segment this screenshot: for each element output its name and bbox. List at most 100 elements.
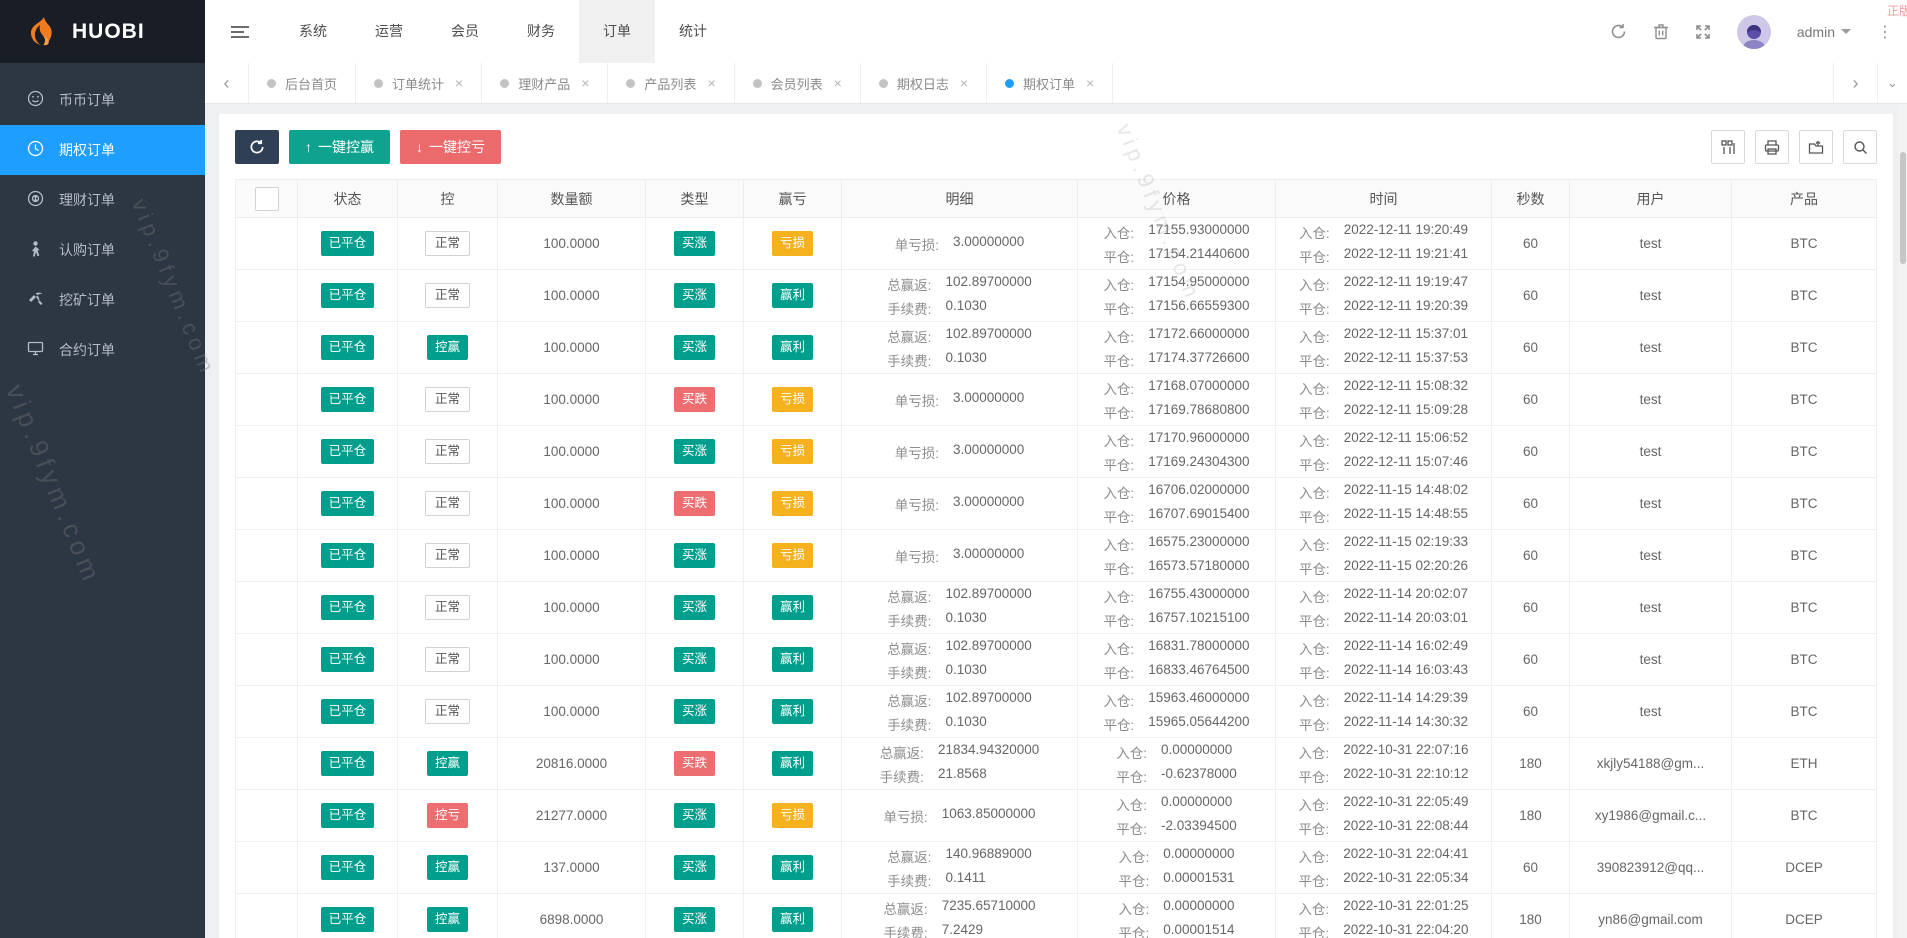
result-badge: 亏损 [771, 231, 813, 256]
control-badge[interactable]: 控赢 [426, 751, 468, 776]
tab-close-icon[interactable]: × [455, 75, 463, 91]
control-cell: 正常 [397, 581, 498, 634]
force-win-button[interactable]: ↑ 一键控赢 [289, 130, 390, 164]
tab-close-icon[interactable]: × [707, 75, 715, 91]
sidebar-item-理财订单[interactable]: 理财订单 [0, 175, 205, 225]
tab-理财产品[interactable]: 理财产品 × [482, 63, 609, 103]
control-badge[interactable]: 正常 [424, 283, 470, 308]
status-cell: 已平仓 [297, 217, 398, 270]
type-badge: 买跌 [673, 751, 715, 776]
control-badge[interactable]: 控亏 [426, 803, 468, 828]
vertical-scrollbar[interactable] [1899, 104, 1907, 938]
control-badge[interactable]: 控赢 [426, 855, 468, 880]
pair-value: 140.96889000 [945, 845, 1032, 861]
tab-close-icon[interactable]: × [1086, 75, 1094, 91]
refresh-icon[interactable] [1610, 23, 1627, 40]
type-cell: 买涨 [645, 217, 744, 270]
type-badge: 买涨 [673, 335, 715, 360]
type-cell: 买涨 [645, 321, 744, 374]
pair-value: 2022-11-14 20:03:01 [1343, 609, 1469, 625]
tab-期权订单[interactable]: 期权订单 × [987, 63, 1114, 103]
pair-value: 16573.57180000 [1148, 557, 1250, 573]
control-badge[interactable]: 正常 [424, 387, 470, 412]
search-icon[interactable] [1843, 130, 1877, 164]
print-icon[interactable] [1755, 130, 1789, 164]
sidebar-item-挖矿订单[interactable]: 挖矿订单 [0, 275, 205, 325]
row-select-cell [235, 425, 298, 478]
product-cell: BTC [1731, 581, 1877, 634]
fullscreen-icon[interactable] [1695, 24, 1711, 40]
control-badge[interactable]: 正常 [424, 491, 470, 516]
sidebar: HUOBI 币币订单期权订单理财订单认购订单挖矿订单 合约订单 [0, 0, 205, 938]
tab-close-icon[interactable]: × [834, 75, 842, 91]
columns-filter-icon[interactable] [1711, 130, 1745, 164]
result-cell: 赢利 [743, 269, 842, 322]
type-badge: 买涨 [673, 803, 715, 828]
col-header-价格: 价格 [1077, 179, 1276, 218]
topnav-item-系统[interactable]: 系统 [275, 0, 351, 63]
control-badge[interactable]: 正常 [424, 595, 470, 620]
pair-value: 2022-12-11 19:20:49 [1343, 221, 1469, 237]
tab-产品列表[interactable]: 产品列表 × [608, 63, 735, 103]
tab-close-icon[interactable]: × [581, 75, 589, 91]
sidebar-item-币币订单[interactable]: 币币订单 [0, 75, 205, 125]
type-badge: 买涨 [673, 907, 715, 932]
force-lose-button[interactable]: ↓ 一键控亏 [400, 130, 501, 164]
control-badge[interactable]: 正常 [424, 543, 470, 568]
status-badge: 已平仓 [320, 907, 375, 932]
export-icon[interactable] [1799, 130, 1833, 164]
price-pair: 入仓: 17155.93000000 平仓: 17154.21440600 [1103, 222, 1249, 266]
price-cell: 入仓: 17155.93000000 平仓: 17154.21440600 [1077, 217, 1276, 270]
collapse-menu-icon[interactable] [205, 23, 275, 41]
product-cell: BTC [1731, 425, 1877, 478]
pair-label: 入仓: [1103, 381, 1135, 397]
tabs-scroll-right-icon[interactable]: › [1833, 63, 1877, 103]
sidebar-item-label: 期权订单 [59, 142, 115, 158]
corner-tag: 正版 [1886, 4, 1907, 18]
select-all-checkbox[interactable] [254, 186, 279, 211]
sidebar-item-label: 认购订单 [59, 242, 115, 258]
topnav-item-订单[interactable]: 订单 [579, 0, 655, 63]
tabs-scroll-left-icon[interactable]: ‹ [205, 63, 249, 103]
amount-cell: 21277.0000 [497, 789, 646, 842]
topnav-item-会员[interactable]: 会员 [427, 0, 503, 63]
pair-value: 0.1030 [945, 349, 987, 365]
control-badge[interactable]: 正常 [424, 231, 470, 256]
pair-label: 平仓: [1103, 613, 1135, 629]
control-badge[interactable]: 控赢 [426, 335, 468, 360]
user-cell: xkjly54188@gm... [1569, 737, 1732, 790]
pair-value: 2022-12-11 15:09:28 [1343, 401, 1469, 417]
topnav-item-财务[interactable]: 财务 [503, 0, 579, 63]
tab-订单统计[interactable]: 订单统计 × [356, 63, 483, 103]
person-icon [27, 240, 44, 260]
table-row: 已平仓 正常 100.0000 买涨 亏损 单亏损: 3.00000000 入仓: 17155.… [235, 217, 1877, 270]
control-badge[interactable]: 控赢 [426, 907, 468, 932]
pair-label: 平仓: [1298, 925, 1330, 938]
sidebar-item-认购订单[interactable]: 认购订单 [0, 225, 205, 275]
control-cell: 正常 [397, 269, 498, 322]
control-cell: 控赢 [397, 841, 498, 894]
refresh-table-button[interactable] [235, 130, 279, 164]
tab-会员列表[interactable]: 会员列表 × [734, 63, 861, 103]
more-options-icon[interactable]: ⋮ [1877, 22, 1893, 42]
sidebar-item-期权订单[interactable]: 期权订单 [0, 125, 205, 175]
time-cell: 入仓: 2022-10-31 22:01:25 平仓: 2022-10-31 22:0… [1275, 893, 1492, 938]
tab-close-icon[interactable]: × [960, 75, 968, 91]
tab-后台首页[interactable]: 后台首页 [249, 63, 357, 103]
topnav-item-统计[interactable]: 统计 [655, 0, 731, 63]
trash-icon[interactable] [1653, 23, 1669, 40]
time-cell: 入仓: 2022-11-15 14:48:02 平仓: 2022-11-15 14:4… [1275, 477, 1492, 530]
control-badge[interactable]: 正常 [424, 647, 470, 672]
tab-期权日志[interactable]: 期权日志 × [860, 63, 988, 103]
tabs-menu-icon[interactable]: ⌄ [1877, 63, 1907, 103]
scrollbar-thumb[interactable] [1900, 152, 1906, 264]
time-pair: 入仓: 2022-11-14 16:02:49 平仓: 2022-11-14 16:0… [1299, 638, 1468, 682]
price-cell: 入仓: 17172.66000000 平仓: 17174.37726600 [1077, 321, 1276, 374]
sidebar-item-合约订单[interactable]: 合约订单 [0, 325, 205, 375]
user-menu[interactable]: admin [1797, 24, 1851, 40]
control-badge[interactable]: 正常 [424, 699, 470, 724]
control-badge[interactable]: 正常 [424, 439, 470, 464]
brand-logo[interactable]: HUOBI [0, 0, 205, 63]
topnav-item-运营[interactable]: 运营 [351, 0, 427, 63]
avatar[interactable] [1736, 14, 1771, 49]
